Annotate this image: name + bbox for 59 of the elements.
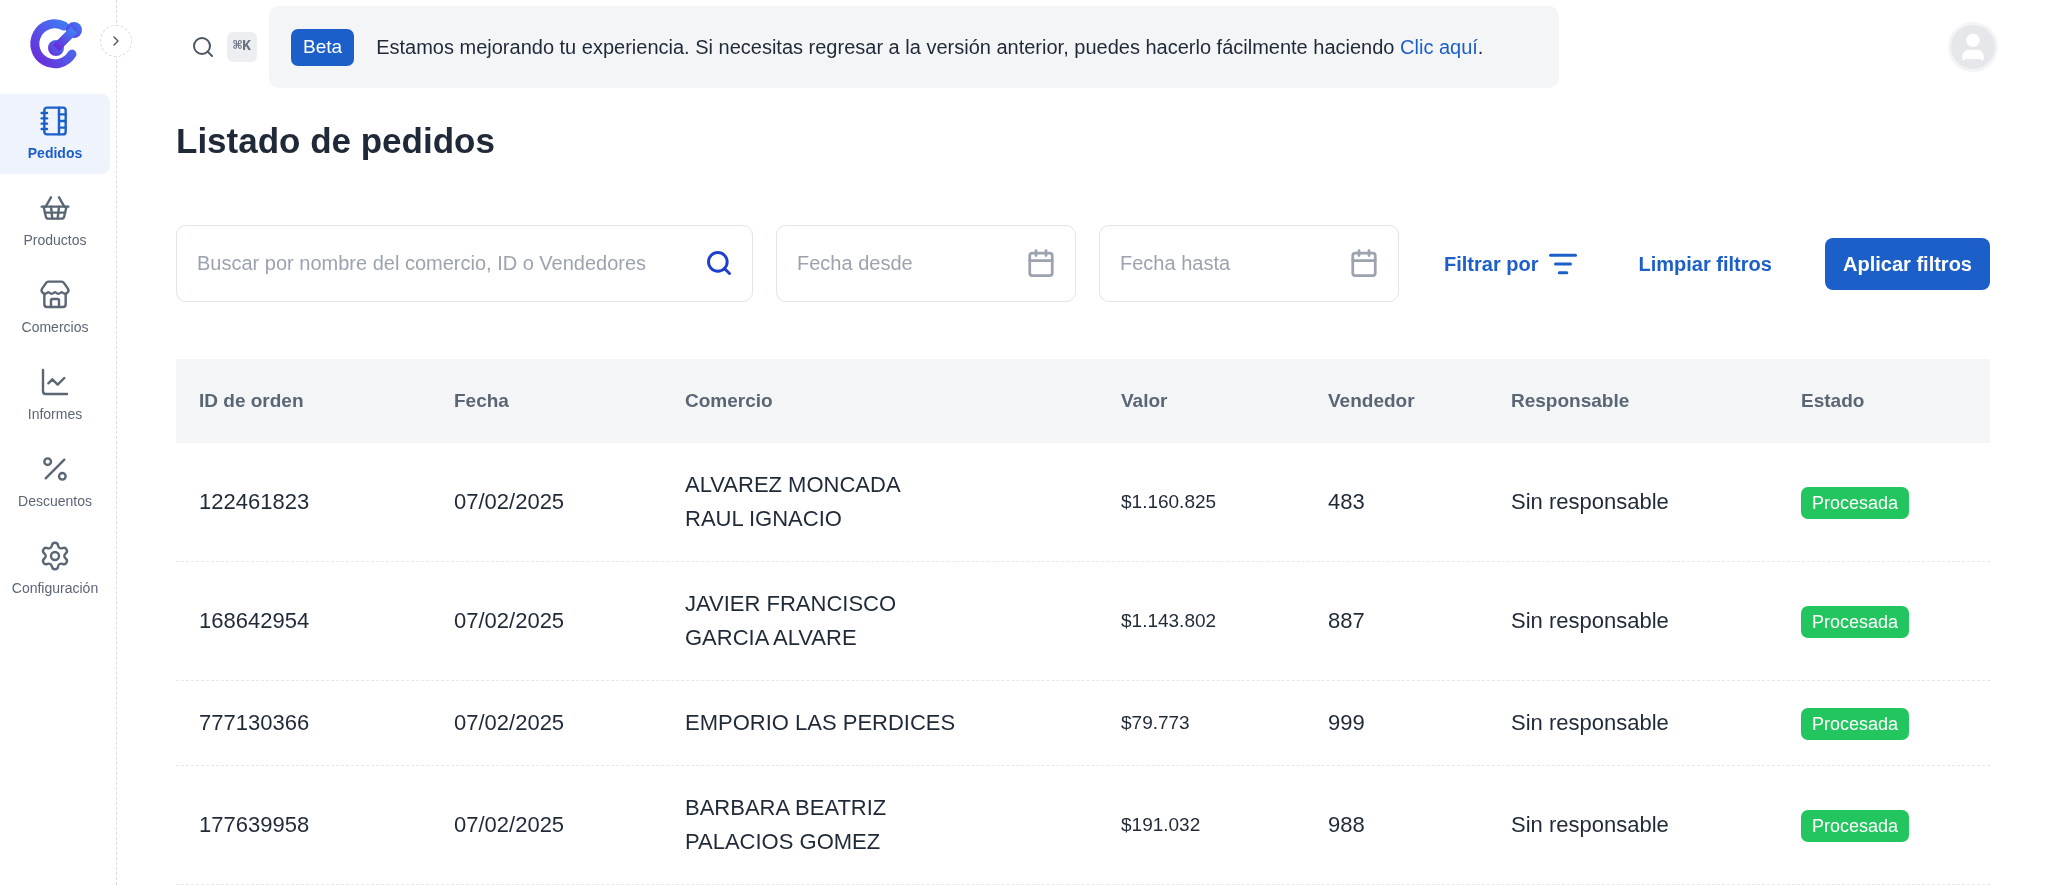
table-cell-text: 887 (1328, 607, 1366, 635)
column-header: Comercio (685, 388, 774, 413)
table-cell-text: 07/02/2025 (454, 811, 566, 839)
nav-item[interactable]: Informes (0, 355, 110, 435)
column-header: Fecha (454, 388, 510, 413)
table-cell-text: BARBARA BEATRIZ PALACIOS GOMEZ (685, 794, 888, 856)
column-header: Vendedor (1328, 388, 1416, 413)
table-cell-text: $1.160.825 (1121, 490, 1218, 514)
table-cell-text: Sin responsable (1511, 607, 1670, 635)
column-header: Responsable (1511, 388, 1631, 413)
table-cell-text: Sin responsable (1511, 709, 1670, 737)
banner-message: Estamos mejorando tu experiencia. Si necesitas regresar a la versión anterior, puedes hacerlo fácilmente haciendo Clic aquí. (376, 35, 1484, 61)
nav-item[interactable]: Descuentos (0, 442, 110, 522)
table-cell-text: 07/02/2025 (454, 607, 566, 635)
revert-link[interactable]: Clic aquí (1400, 36, 1478, 59)
table-cell-text: EMPORIO LAS PERDICES (685, 709, 957, 737)
filter-by-button[interactable]: Filtrar por (1444, 248, 1579, 279)
search-icon[interactable] (705, 249, 733, 277)
shortcut-key: ⌘K (227, 32, 258, 63)
nav-item[interactable]: Pedidos (0, 94, 110, 174)
status-badge: Procesada (1801, 606, 1910, 638)
date-field[interactable]: Fecha hasta (1099, 225, 1399, 302)
table-cell-text: $191.032 (1121, 813, 1202, 837)
table-cell-text: Sin responsable (1511, 811, 1670, 839)
date-field[interactable]: Fecha desde (776, 225, 1076, 302)
table-cell-text: $79.773 (1121, 711, 1191, 735)
nav-item[interactable]: Productos (0, 181, 110, 261)
status-badge: Procesada (1801, 708, 1910, 740)
column-header: Valor (1121, 388, 1169, 413)
table-cell-text: 999 (1328, 709, 1366, 737)
column-header: Estado (1801, 388, 1866, 413)
table-cell-text: 122461823 (199, 488, 311, 516)
collapse-button[interactable] (100, 25, 132, 57)
table-cell-text: 07/02/2025 (454, 709, 566, 737)
table-cell-text: Sin responsable (1511, 488, 1670, 516)
settings-icon (39, 539, 71, 572)
calendar-icon[interactable] (1026, 248, 1056, 278)
table-cell-text: JAVIER FRANCISCO GARCIA ALVARE (685, 590, 898, 652)
clear-filters-button[interactable]: Limpiar filtros (1638, 248, 1772, 279)
page-title: Listado de pedidos (176, 119, 496, 162)
table-cell-text: ALVAREZ MONCADA RAUL IGNACIO (685, 471, 902, 533)
nav-item[interactable]: Comercios (0, 268, 110, 348)
table-cell-text: 177639958 (199, 811, 311, 839)
nav-item[interactable]: Configuración (0, 529, 110, 609)
calendar-icon[interactable] (1349, 248, 1379, 278)
table-cell-text: 483 (1328, 488, 1366, 516)
search-field[interactable]: Buscar por nombre del comercio, ID o Vendedores (176, 225, 753, 302)
status-badge: Procesada (1801, 810, 1910, 842)
store-icon (39, 278, 71, 311)
beta-badge: Beta (291, 29, 355, 66)
table-cell-text: 168642954 (199, 607, 311, 635)
table-cell-text: 988 (1328, 811, 1366, 839)
column-header: ID de orden (199, 388, 305, 413)
apply-filters-button[interactable]: Aplicar filtros (1825, 237, 1990, 290)
status-badge: Procesada (1801, 487, 1910, 519)
table-cell-text: $1.143.802 (1121, 609, 1218, 633)
search-icon[interactable] (191, 35, 215, 60)
table-cell-text: 777130366 (199, 709, 311, 737)
table-cell-text: 07/02/2025 (454, 488, 566, 516)
